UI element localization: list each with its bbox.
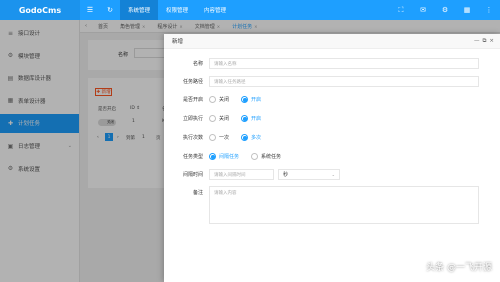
task-path-input[interactable]: 请输入任务路径 [209,76,479,87]
app-logo[interactable]: GodoCms [0,0,80,20]
name-input[interactable]: 请输入名称 [209,58,479,69]
menu-toggle-icon[interactable]: ☰ [80,6,100,14]
refresh-icon[interactable]: ↻ [100,6,120,14]
radio-circle [209,153,216,160]
top-tab-permission[interactable]: 权限管理 [158,0,196,20]
field-label: 执行次数 [182,135,203,141]
select-value: 秒 [283,172,289,178]
field-name: 名称 请输入名称 [164,58,479,69]
top-right-tools: ⛶ ✉ ⚙ ▦ ⋮ [390,6,500,15]
field-remark: 备注 请输入内容 [164,186,479,224]
run-now-radio-on[interactable]: 开启 [241,115,261,122]
remark-textarea[interactable]: 请输入内容 [209,186,479,224]
watermark: 头条 @一飞开源 [426,263,492,273]
radio-circle [209,134,216,141]
settings-icon[interactable]: ⚙ [434,6,456,15]
modal-header: 新增 — ⧉ × [164,34,500,49]
minimize-icon[interactable]: — [474,38,480,45]
maximize-icon[interactable]: ⧉ [482,38,486,45]
message-icon[interactable]: ✉ [412,6,434,15]
field-label: 立即执行 [182,116,203,122]
grid-icon[interactable]: ▦ [456,6,478,15]
close-icon[interactable]: × [489,38,494,45]
field-label: 间隔时间 [182,172,203,178]
exec-once-radio[interactable]: 一次 [209,134,229,141]
chevron-down-icon: ⌄ [331,172,335,177]
radio-label: 关闭 [219,97,230,103]
field-run-now: 立即执行 关闭 开启 [164,115,273,122]
system-task-radio[interactable]: 系统任务 [251,153,281,160]
enabled-radio-off[interactable]: 关闭 [209,96,229,103]
radio-label: 系统任务 [261,154,282,160]
radio-label: 关闭 [219,116,230,122]
field-interval: 间隔时间 请输入间隔时间 秒 ⌄ [164,169,340,180]
fullscreen-icon[interactable]: ⛶ [390,6,412,15]
field-path: 任务路径 请输入任务路径 [164,76,479,87]
top-tab-system[interactable]: 系统管理 [120,0,159,20]
enabled-radio-on[interactable]: 开启 [241,96,261,103]
radio-label: 开启 [251,97,262,103]
top-tab-content[interactable]: 内容管理 [196,0,234,20]
field-enabled: 是否开启 关闭 开启 [164,96,273,103]
field-exec-times: 执行次数 一次 多次 [164,134,273,141]
interval-input[interactable]: 请输入间隔时间 [209,169,274,180]
top-navbar: GodoCms ☰ ↻ 系统管理 权限管理 内容管理 ⛶ ✉ ⚙ ▦ ⋮ [0,0,500,20]
radio-label: 一次 [219,135,230,141]
radio-label: 间隔任务 [219,154,240,160]
add-task-modal: 新增 — ⧉ × 名称 请输入名称 任务路径 请输入任务路径 是否开启 关闭 开… [164,34,500,282]
field-label: 是否开启 [182,97,203,103]
radio-label: 多次 [251,135,262,141]
radio-circle [241,96,249,103]
radio-circle [241,115,249,122]
interval-task-radio[interactable]: 间隔任务 [209,153,239,160]
radio-circle [209,115,216,122]
field-label: 名称 [192,61,203,67]
interval-unit-select[interactable]: 秒 ⌄ [278,169,340,180]
radio-label: 开启 [251,116,262,122]
modal-tools: — ⧉ × [474,38,494,45]
radio-circle [209,96,216,103]
more-icon[interactable]: ⋮ [478,6,500,15]
radio-circle [241,134,249,141]
exec-multiple-radio[interactable]: 多次 [241,134,261,141]
field-label: 备注 [192,190,203,196]
radio-circle [251,153,259,160]
run-now-radio-off[interactable]: 关闭 [209,115,229,122]
field-label: 任务路径 [182,79,203,85]
field-label: 任务类型 [182,154,203,160]
modal-title: 新增 [172,39,184,45]
field-task-type: 任务类型 间隔任务 系统任务 [164,153,293,160]
